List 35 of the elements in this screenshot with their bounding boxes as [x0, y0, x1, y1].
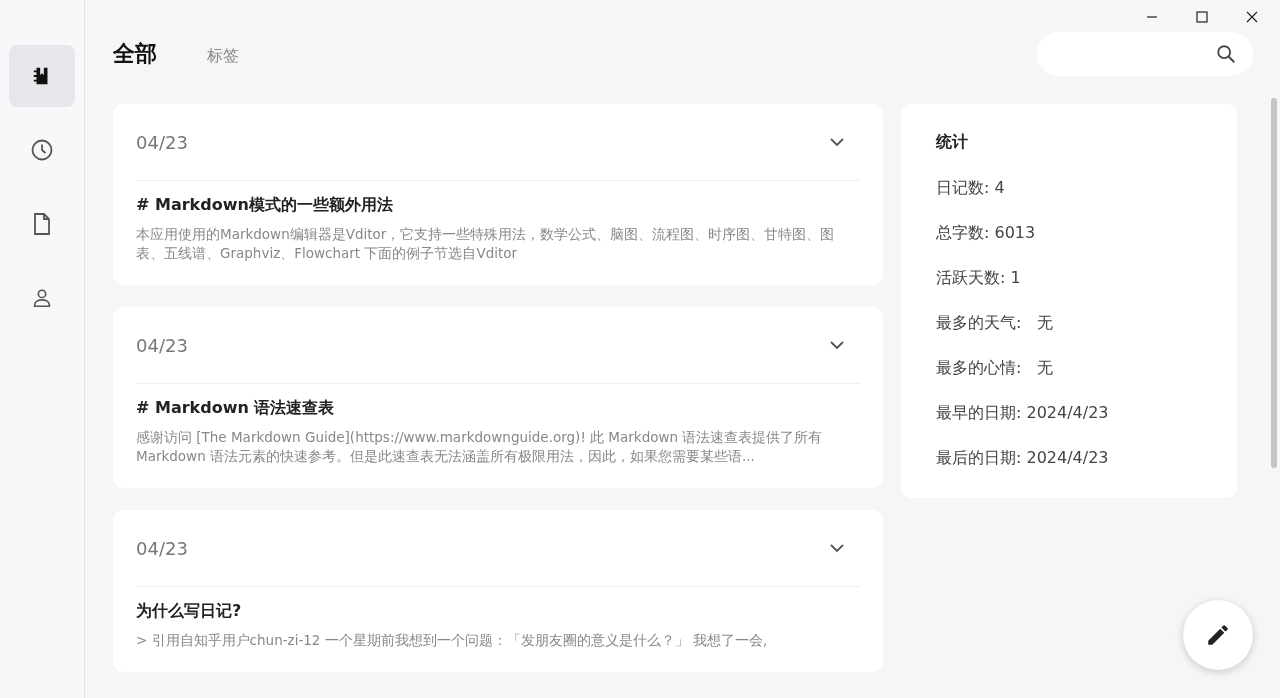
diary-card[interactable]: 04/23 # Markdown模式的一些额外用法 本应用使用的Markdown编辑器是Vditor，它支持一些特殊用法，数学公式、脑图、流程图、时序图、甘特图、图表、五线谱、Graphviz、Flowchart 下面的例子节选自Vditor — [113, 104, 883, 285]
entry-title: 为什么写日记? — [136, 601, 243, 622]
entry-date: 04/23 — [136, 131, 188, 153]
sidebar-item[interactable] — [9, 45, 75, 107]
pencil-icon — [1205, 622, 1231, 648]
entry-date: 04/23 — [136, 537, 188, 559]
search-icon[interactable] — [1215, 43, 1237, 65]
diary-card[interactable]: 04/23 # Markdown 语法速查表 感谢访问 [The Markdown Guide](https://www.markdownguide.org)! 此 Markdown 语法速查表提供了所有 Markdown 语法元素的快速参考。但是此速查表无法涵盖所有极限用法，因此，如果您需要某些语... — [113, 307, 883, 488]
entry-excerpt: > 引用自知乎用户chun-zi-12 一个星期前我想到一个问题：「发朋友圈的意义是什么？」 我想了一会, — [136, 631, 769, 650]
stat-text: 日记数: 4 — [936, 178, 1006, 199]
entry-excerpt: 感谢访问 [The Markdown Guide](https://www.markdownguide.org)! 此 Markdown 语法速查表提供了所有 Markdown 语法元素的快速参考。但是此速查表无法涵盖所有极限用法，因此，如果您需要某些语... — [136, 428, 824, 466]
entry-date: 04/23 — [136, 334, 188, 356]
scrollbar[interactable] — [1271, 98, 1277, 468]
entry-excerpt: 本应用使用的Markdown编辑器是Vditor，它支持一些特殊用法，数学公式、脑图、流程图、时序图、甘特图、图表、五线谱、Graphviz、Flowchart 下面的例子节选自Vditor — [136, 225, 836, 263]
stat-text: 最多的天气: 无 — [936, 313, 1055, 334]
close-icon[interactable] — [1246, 11, 1258, 23]
chevron-down-icon[interactable] — [829, 340, 845, 350]
stat-text: 活跃天数: 1 — [936, 268, 1022, 289]
stat-text: 最多的心情: 无 — [936, 358, 1055, 379]
stat-text: 最早的日期: 2024/4/23 — [936, 403, 1110, 424]
document-icon — [31, 212, 53, 236]
maximize-icon[interactable] — [1196, 11, 1208, 23]
chevron-down-icon[interactable] — [829, 543, 845, 553]
clock-icon — [30, 138, 54, 162]
write-button[interactable] — [1183, 600, 1253, 670]
stat-text: 最后的日期: 2024/4/23 — [936, 448, 1110, 469]
search-field[interactable] — [1037, 32, 1253, 76]
chevron-down-icon[interactable] — [829, 137, 845, 147]
user-icon — [31, 287, 53, 309]
diary-card[interactable]: 04/23 为什么写日记? > 引用自知乎用户chun-zi-12 一个星期前我想到一个问题：「发朋友圈的意义是什么？」 我想了一会, — [113, 510, 883, 672]
entry-title: # Markdown 语法速查表 — [136, 398, 336, 419]
stats-title: 统计 — [936, 132, 969, 153]
tab[interactable]: 全部 — [113, 39, 157, 69]
entry-title: # Markdown模式的一些额外用法 — [136, 195, 394, 216]
stat-text: 总字数: 6013 — [936, 223, 1037, 244]
